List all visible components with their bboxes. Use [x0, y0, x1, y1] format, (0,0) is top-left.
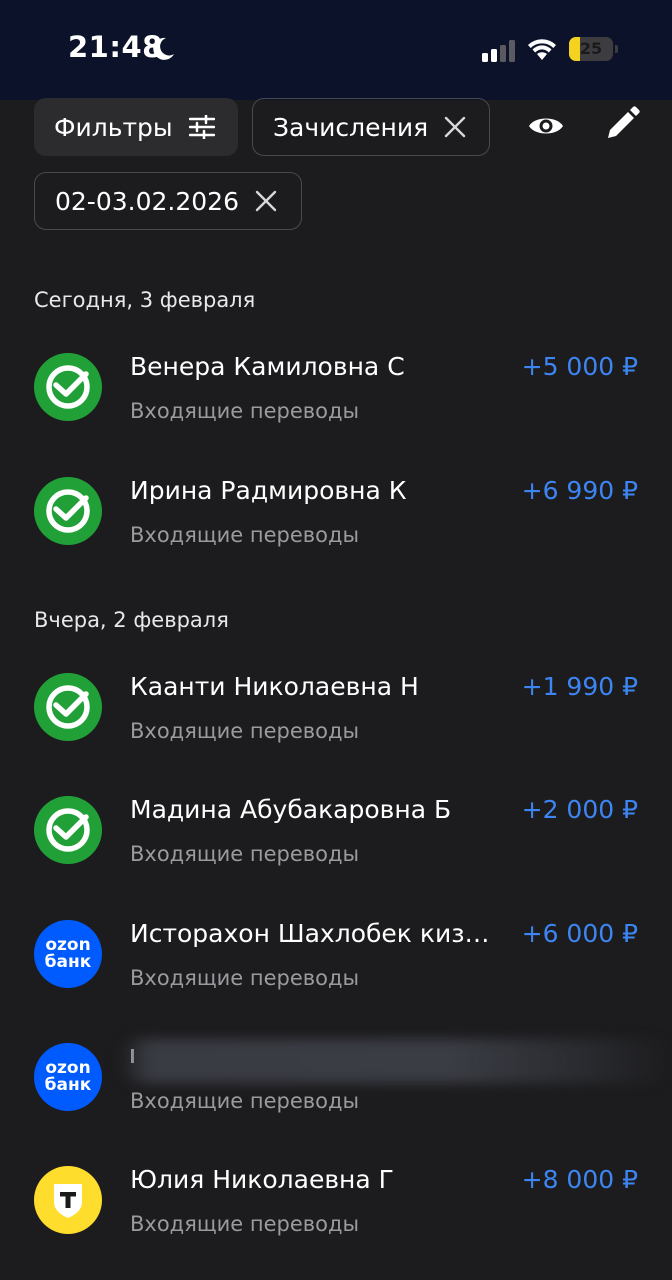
sber-logo: [34, 477, 102, 545]
type-chip-credits[interactable]: Зачисления: [252, 98, 490, 156]
section-header-yesterday: Вчера, 2 февраля: [34, 608, 229, 632]
battery-level: 25: [579, 39, 603, 58]
transaction-category: Входящие переводы: [130, 719, 360, 743]
status-time: 21:48: [68, 30, 163, 64]
transaction-amount: +5 000 ₽: [521, 352, 638, 381]
transaction-amount: +2 000 ₽: [521, 795, 638, 824]
filters-label: Фильтры: [54, 112, 173, 142]
transaction-row[interactable]: ozon банк Входящие переводы: [0, 1039, 672, 1153]
transaction-category: Входящие переводы: [130, 966, 360, 990]
transaction-row[interactable]: ozon банк Исторахон Шахлобек киз… Входящ…: [0, 919, 672, 1030]
wifi-icon: [528, 39, 556, 60]
filters-button[interactable]: Фильтры: [34, 98, 238, 156]
battery-cap: [615, 45, 618, 53]
date-chip-label: 02-03.02.2026: [55, 186, 239, 216]
eye-icon[interactable]: [526, 106, 566, 146]
ozon-logo-subtext: банк: [44, 1075, 92, 1095]
date-chip[interactable]: 02-03.02.2026: [34, 172, 302, 230]
transaction-amount: +6 990 ₽: [521, 476, 638, 505]
transaction-category: Входящие переводы: [130, 1089, 360, 1113]
transaction-amount: +1 990 ₽: [521, 672, 638, 701]
close-icon[interactable]: [255, 190, 277, 212]
transaction-category: Входящие переводы: [130, 1212, 360, 1236]
moon-icon: [153, 37, 174, 60]
transaction-category: Входящие переводы: [130, 523, 360, 547]
transaction-name: Мадина Абубакаровна Б: [130, 795, 452, 824]
ozon-logo: ozon банк: [34, 1043, 102, 1111]
sber-logo: [34, 796, 102, 864]
transaction-name: Ирина Радмировна К: [130, 476, 407, 505]
close-icon[interactable]: [444, 116, 466, 138]
signal-icon: [482, 40, 515, 62]
tbank-logo: [34, 1166, 102, 1234]
ozon-logo: ozon банк: [34, 920, 102, 988]
battery-icon: 25: [569, 37, 613, 61]
redacted-overlay: [118, 1039, 672, 1083]
pencil-icon[interactable]: [602, 104, 642, 144]
transaction-row[interactable]: Ирина Радмировна К Входящие переводы +6 …: [0, 476, 672, 587]
transaction-amount: +6 000 ₽: [521, 919, 638, 948]
transaction-category: Входящие переводы: [130, 842, 360, 866]
transaction-name: Исторахон Шахлобек киз…: [130, 919, 490, 948]
transaction-name: Кaанти Николаевна Н: [130, 672, 419, 701]
type-chip-label: Зачисления: [273, 112, 429, 142]
transaction-amount: +8 000 ₽: [521, 1165, 638, 1194]
ozon-logo-subtext: банк: [44, 952, 92, 972]
transaction-name: Юлия Николаевна Г: [130, 1165, 394, 1194]
sliders-icon: [188, 115, 215, 139]
sber-logo: [34, 673, 102, 741]
transaction-row[interactable]: Мадина Абубакаровна Б Входящие переводы …: [0, 795, 672, 906]
section-header-today: Сегодня, 3 февраля: [34, 288, 256, 312]
transaction-row[interactable]: Кaанти Николаевна Н Входящие переводы +1…: [0, 672, 672, 783]
transaction-category: Входящие переводы: [130, 399, 360, 423]
transaction-row[interactable]: Венера Камиловна С Входящие переводы +5 …: [0, 352, 672, 463]
sber-logo: [34, 353, 102, 421]
status-bar: 21:48 25: [0, 0, 672, 100]
transaction-name: Венера Камиловна С: [130, 352, 405, 381]
transaction-row[interactable]: Юлия Николаевна Г Входящие переводы +8 0…: [0, 1165, 672, 1276]
